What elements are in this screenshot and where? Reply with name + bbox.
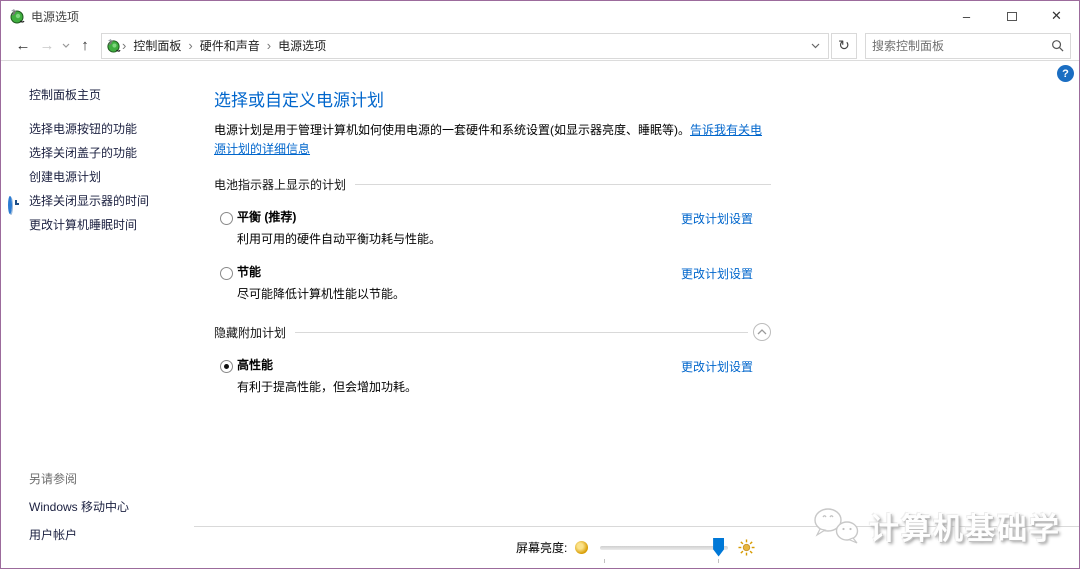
search-input[interactable] — [872, 38, 1051, 53]
close-button[interactable]: ✕ — [1034, 1, 1079, 31]
plan-description: 利用可用的硬件自动平衡功耗与性能。 — [237, 232, 442, 246]
brightness-bar: 屏幕亮度: — [194, 526, 1079, 567]
sleep-icon — [8, 217, 23, 232]
history-dropdown-icon[interactable] — [59, 41, 73, 50]
see-also-header: 另请参阅 — [29, 472, 78, 486]
sidebar-item-lid-close-function[interactable]: 选择关闭盖子的功能 — [1, 141, 201, 165]
sidebar-item-power-button-function[interactable]: 选择电源按钮的功能 — [1, 117, 201, 141]
clock-icon — [8, 193, 23, 214]
help-button[interactable]: ? — [1057, 65, 1074, 82]
up-button[interactable]: ↑ — [73, 37, 97, 54]
brightness-low-icon — [575, 540, 589, 554]
chevron-up-icon — [757, 329, 767, 335]
search-icon[interactable] — [1051, 39, 1064, 52]
forward-button[interactable]: → — [35, 37, 59, 54]
breadcrumb-item-power-options[interactable]: 电源选项 — [272, 37, 332, 54]
window-controls: – ✕ — [944, 1, 1079, 31]
sidebar-item-sleep-time[interactable]: 更改计算机睡眠时间 — [1, 213, 201, 237]
refresh-button[interactable]: ↻ — [831, 32, 857, 59]
back-button[interactable]: ← — [11, 37, 35, 54]
section-label: 隐藏附加计划 — [214, 325, 287, 340]
slider-thumb[interactable] — [713, 537, 725, 557]
breadcrumb-item-control-panel[interactable]: 控制面板 — [127, 37, 187, 54]
sidebar-item-label: 选择关闭显示器的时间 — [29, 194, 150, 208]
plan-row-balanced: 平衡 (推荐) 利用可用的硬件自动平衡功耗与性能。 更改计划设置 — [214, 210, 771, 248]
section-divider — [295, 331, 748, 333]
window-title: 电源选项 — [31, 9, 80, 24]
navigation-bar: ← → ↑ › 控制面板 › 硬件和声音 › 电源选项 ↻ — [1, 31, 1079, 61]
collapse-section-button[interactable] — [753, 323, 771, 341]
sidebar-item-windows-mobility-center[interactable]: Windows 移动中心 — [29, 498, 129, 515]
breadcrumb-power-icon — [107, 38, 121, 53]
address-bar[interactable]: › 控制面板 › 硬件和声音 › 电源选项 — [101, 32, 829, 59]
radio-power-saver[interactable] — [220, 267, 233, 280]
search-box — [865, 32, 1071, 59]
sidebar-item-user-accounts[interactable]: 用户帐户 — [29, 526, 129, 543]
power-options-window: { "window": { "title": "电源选项" }, "toolba… — [0, 0, 1080, 569]
radio-balanced[interactable] — [220, 212, 233, 225]
sidebar-task-list: 选择电源按钮的功能 选择关闭盖子的功能 创建电源计划 选择关闭显示器的时间 更改… — [1, 117, 201, 237]
section-label: 电池指示器上显示的计划 — [214, 178, 347, 192]
breadcrumb-item-hardware-sound[interactable]: 硬件和声音 — [194, 37, 266, 54]
slider-tick — [718, 558, 720, 563]
change-plan-settings-link-high-performance[interactable]: 更改计划设置 — [681, 358, 753, 375]
change-plan-settings-link-power-saver[interactable]: 更改计划设置 — [681, 265, 753, 282]
change-plan-settings-link-balanced[interactable]: 更改计划设置 — [681, 210, 753, 227]
sidebar-item-create-power-plan[interactable]: 创建电源计划 — [1, 165, 201, 189]
sidebar-item-label: 更改计算机睡眠时间 — [29, 218, 138, 232]
title-bar: 电源选项 – ✕ — [1, 1, 1079, 31]
radio-high-performance[interactable] — [220, 360, 233, 373]
content-area: 控制面板主页 选择电源按钮的功能 选择关闭盖子的功能 创建电源计划 选择关闭显示… — [1, 62, 1079, 568]
page-title: 选择或自定义电源计划 — [214, 91, 384, 110]
power-plug-icon — [10, 9, 25, 24]
main-panel: 选择或自定义电源计划 电源计划是用于管理计算机如何使用电源的一套硬件和系统设置(… — [201, 62, 1079, 568]
hidden-plans-section-header: 隐藏附加计划 — [214, 323, 771, 341]
intro-text: 电源计划是用于管理计算机如何使用电源的一套硬件和系统设置(如显示器亮度、睡眠等)… — [214, 123, 690, 137]
slider-tick — [604, 558, 606, 563]
battery-plans-section-header: 电池指示器上显示的计划 — [214, 176, 771, 193]
brightness-slider[interactable] — [600, 537, 729, 563]
sidebar-item-label: 选择关闭盖子的功能 — [29, 146, 138, 160]
sidebar-item-label: 创建电源计划 — [29, 170, 102, 184]
plan-row-high-performance: 高性能 有利于提高性能，但会增加功耗。 更改计划设置 — [214, 358, 771, 396]
see-also-section: 另请参阅 Windows 移动中心 用户帐户 — [29, 470, 129, 554]
address-dropdown-icon[interactable] — [804, 41, 826, 51]
maximize-icon — [1006, 11, 1017, 21]
slider-track[interactable] — [600, 545, 729, 550]
plan-row-power-saver: 节能 尽可能降低计算机性能以节能。 更改计划设置 — [214, 265, 771, 303]
brightness-high-icon — [738, 538, 755, 556]
minimize-button[interactable]: – — [944, 1, 989, 31]
maximize-button[interactable] — [989, 1, 1034, 31]
sidebar-item-label: 选择电源按钮的功能 — [29, 122, 138, 136]
brightness-label: 屏幕亮度: — [516, 540, 568, 555]
section-divider — [355, 184, 771, 185]
sidebar-item-control-panel-home[interactable]: 控制面板主页 — [29, 86, 201, 103]
plan-description: 尽可能降低计算机性能以节能。 — [237, 287, 406, 301]
intro-paragraph: 电源计划是用于管理计算机如何使用电源的一套硬件和系统设置(如显示器亮度、睡眠等)… — [214, 121, 771, 159]
plan-description: 有利于提高性能，但会增加功耗。 — [237, 380, 418, 394]
sidebar-item-display-off-time[interactable]: 选择关闭显示器的时间 — [1, 189, 201, 214]
sidebar: 控制面板主页 选择电源按钮的功能 选择关闭盖子的功能 创建电源计划 选择关闭显示… — [1, 62, 201, 568]
